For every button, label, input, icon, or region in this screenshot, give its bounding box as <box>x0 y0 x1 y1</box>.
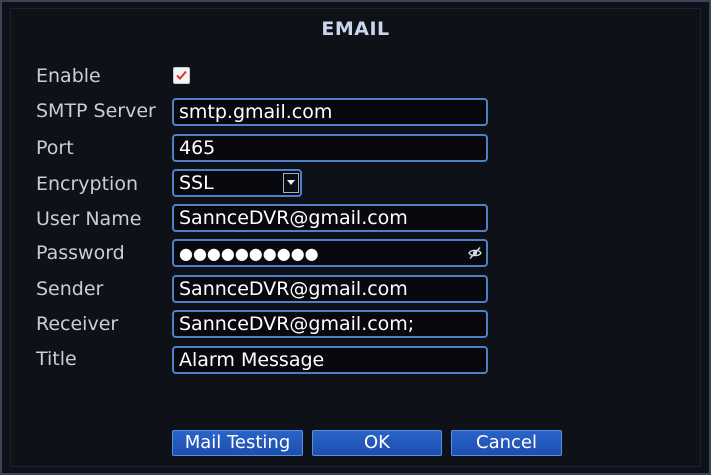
title-label: Title <box>36 348 77 370</box>
port-label: Port <box>36 137 74 159</box>
encryption-label: Encryption <box>36 173 139 195</box>
sender-value: SannceDVR@gmail.com <box>179 278 408 300</box>
dialog-title: EMAIL <box>321 18 390 40</box>
receiver-label: Receiver <box>36 313 119 335</box>
port-input[interactable]: 465 <box>172 134 488 162</box>
encryption-value: SSL <box>179 172 214 194</box>
user-name-label: User Name <box>36 208 142 230</box>
user-name-input[interactable]: SannceDVR@gmail.com <box>172 204 488 232</box>
sender-label: Sender <box>36 278 104 300</box>
user-name-value: SannceDVR@gmail.com <box>179 207 408 229</box>
password-input[interactable]: ●●●●●●●●●● <box>172 239 488 267</box>
receiver-input[interactable]: SannceDVR@gmail.com; <box>172 310 488 338</box>
title-value: Alarm Message <box>179 349 325 371</box>
smtp-server-input[interactable]: smtp.gmail.com <box>172 98 488 126</box>
receiver-value: SannceDVR@gmail.com; <box>179 313 415 335</box>
password-value: ●●●●●●●●●● <box>179 244 319 263</box>
mail-testing-button[interactable]: Mail Testing <box>172 430 303 456</box>
cancel-button[interactable]: Cancel <box>451 430 562 456</box>
smtp-server-label: SMTP Server <box>36 100 156 122</box>
password-label: Password <box>36 242 125 264</box>
chevron-down-icon[interactable] <box>283 173 299 193</box>
port-value: 465 <box>179 137 216 159</box>
email-dialog: EMAIL Enable SMTP Server smtp.gmail.com … <box>0 0 711 475</box>
encryption-select[interactable]: SSL <box>172 169 302 197</box>
checkmark-icon <box>176 70 187 80</box>
dialog-titlebar: EMAIL <box>10 9 701 49</box>
enable-checkbox[interactable] <box>173 67 190 84</box>
eye-slash-icon[interactable] <box>468 246 482 260</box>
smtp-server-value: smtp.gmail.com <box>179 101 333 123</box>
ok-button[interactable]: OK <box>312 430 442 456</box>
sender-input[interactable]: SannceDVR@gmail.com <box>172 275 488 303</box>
title-input[interactable]: Alarm Message <box>172 346 488 374</box>
enable-label: Enable <box>36 65 101 87</box>
